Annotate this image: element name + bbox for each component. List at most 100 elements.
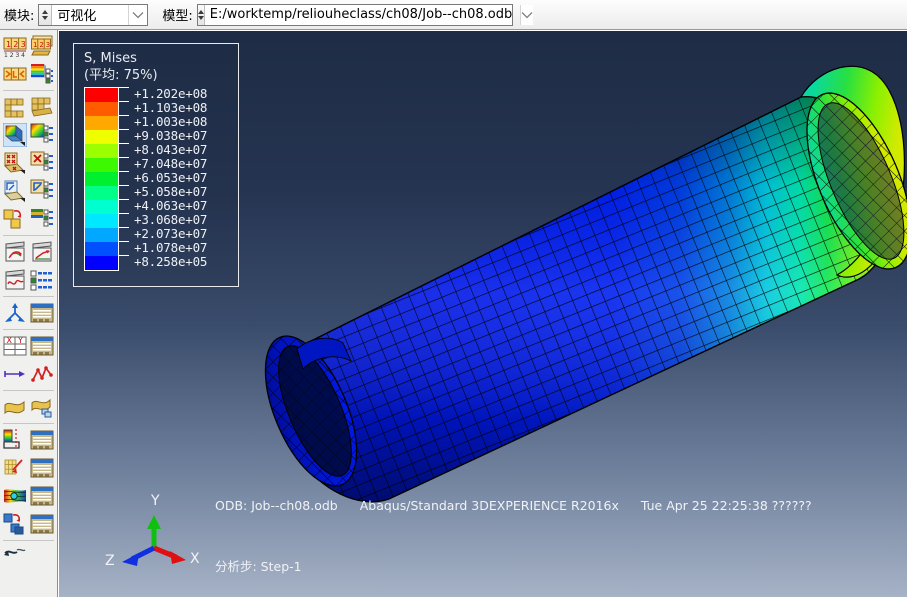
toolbox-row — [0, 360, 57, 388]
module-spinner[interactable] — [39, 4, 53, 25]
ply-stack-plot-icon[interactable] — [3, 456, 27, 480]
contour-options-icon[interactable] — [30, 62, 54, 86]
legend-value: +8.258e+05 — [134, 254, 208, 269]
animation-options-icon[interactable] — [30, 268, 54, 292]
step-line: 分析步: Step-1 — [215, 559, 302, 574]
legend-tick — [119, 241, 129, 242]
create-path-icon[interactable] — [3, 301, 27, 325]
model-label: 模型: — [162, 9, 193, 24]
legend-swatch — [85, 88, 118, 102]
xy-plot-icon[interactable] — [3, 362, 27, 386]
context-bar: 模块: 可视化 模型: E:/worktemp/reliouheclass/ch… — [0, 0, 907, 30]
contour-legend: S, Mises (平均: 75%) +1.202e+08 +1.103e+08 +1… — [73, 43, 239, 287]
toolbox-row — [0, 60, 57, 88]
viewport[interactable]: S, Mises (平均: 75%) +1.202e+08 +1.103e+08 +1… — [59, 31, 907, 597]
viewport-annotation-icon[interactable] — [30, 428, 54, 452]
frame-list-icon[interactable]: 1 2 3 — [30, 34, 54, 58]
toolbox-separator — [3, 540, 54, 541]
svg-text:2: 2 — [39, 41, 43, 49]
stream-options-icon[interactable] — [30, 484, 54, 508]
toolbox-row — [0, 454, 57, 482]
free-body-manager-icon[interactable] — [30, 395, 54, 419]
toolbox-row — [0, 543, 57, 571]
chevron-down-icon[interactable] — [128, 4, 148, 25]
toolbox-row — [0, 393, 57, 421]
toolbox-row — [0, 177, 57, 205]
chevron-down-icon[interactable] — [520, 4, 534, 25]
animate-scale-icon[interactable] — [3, 62, 27, 86]
stream-plot-icon[interactable] — [3, 484, 27, 508]
legend-tick-marks — [119, 87, 129, 271]
display-group-manager-icon[interactable] — [30, 512, 54, 536]
animate-harmonic-icon[interactable] — [3, 268, 27, 292]
animate-scale-factor-icon[interactable] — [30, 240, 54, 264]
legend-title-line1: S, Mises — [84, 51, 137, 66]
legend-color-swatches — [84, 87, 119, 271]
material-orientation-options-icon[interactable] — [30, 179, 54, 203]
toolbox-separator — [3, 390, 54, 391]
legend-title-line2: (平均: 75%) — [84, 68, 158, 83]
allow-multiple-plot-states-icon[interactable] — [3, 207, 27, 231]
ply-stack-manager-icon[interactable] — [30, 456, 54, 480]
y-axis-label: Y — [151, 493, 160, 509]
overlay-options-icon[interactable] — [30, 207, 54, 231]
path-manager-icon[interactable] — [30, 301, 54, 325]
toolbox-row — [0, 238, 57, 266]
toolbox-separator — [3, 423, 54, 424]
xy-curve-icon[interactable] — [30, 362, 54, 386]
x-axis-label: X — [190, 551, 200, 567]
animate-time-history-icon[interactable] — [3, 240, 27, 264]
legend-value: +2.073e+07 — [134, 226, 208, 241]
toolbox-row — [0, 121, 57, 149]
legend-tick — [119, 227, 129, 228]
contour-plot-icon[interactable] — [3, 123, 27, 147]
free-body-cut-icon[interactable] — [3, 395, 27, 419]
toolbox-row: X Y — [0, 332, 57, 360]
legend-swatch — [85, 200, 118, 214]
contour-options-panel-icon[interactable] — [30, 123, 54, 147]
create-xy-data-icon[interactable]: X Y — [3, 334, 27, 358]
toolbox-row — [0, 482, 57, 510]
legend-tick — [119, 171, 129, 172]
undeformed-shape-icon[interactable] — [3, 95, 27, 119]
svg-text:X: X — [7, 336, 13, 345]
module-combobox[interactable]: 可视化 — [38, 3, 149, 26]
model-spinner[interactable] — [197, 4, 205, 25]
svg-text:2: 2 — [13, 40, 18, 49]
legend-swatch — [85, 228, 118, 242]
svg-text:1: 1 — [33, 41, 37, 49]
odb-info-line: ODB: Job--ch08.odb Abaqus/Standard 3DEXPE… — [215, 498, 812, 513]
query-information-icon[interactable] — [3, 545, 27, 569]
legend-value: +7.048e+07 — [134, 156, 208, 171]
toolbox-separator — [3, 235, 54, 236]
legend-value: +5.058e+07 — [134, 184, 208, 199]
toolbox-row — [0, 205, 57, 233]
toolbox-row — [0, 93, 57, 121]
legend-value: +6.053e+07 — [134, 170, 208, 185]
svg-text:1: 1 — [6, 40, 11, 49]
frame-selector-icon[interactable]: 1 2 3 1 2 3 4 — [3, 34, 27, 58]
display-group-create-icon[interactable] — [3, 512, 27, 536]
deformed-shape-icon[interactable] — [30, 95, 54, 119]
legend-swatch — [85, 144, 118, 158]
model-combobox[interactable]: E:/worktemp/reliouheclass/ch08/Job--ch08… — [196, 3, 534, 26]
xy-data-manager-icon[interactable] — [30, 334, 54, 358]
legend-value: +1.078e+07 — [134, 240, 208, 255]
symbol-plot-icon[interactable] — [3, 151, 27, 175]
module-value: 可视化 — [57, 9, 97, 24]
abaqus-cae-window: 模块: 可视化 模型: E:/worktemp/reliouheclass/ch… — [0, 0, 907, 597]
contour-legend-icon[interactable] — [3, 428, 27, 452]
symbol-options-panel-icon[interactable] — [30, 151, 54, 175]
visualization-module-toolbox: 1 2 3 1 2 3 4 1 2 3 X Y — [0, 30, 58, 597]
analysis-date: Tue Apr 25 22:25:38 ?????? — [640, 498, 812, 513]
legend-value: +3.068e+07 — [134, 212, 208, 227]
svg-text:3: 3 — [46, 41, 50, 49]
toolbox-row: 1 2 3 1 2 3 4 1 2 3 — [0, 32, 57, 60]
toolbox-separator — [3, 90, 54, 91]
x-axis-arrow — [170, 551, 186, 564]
toolbox-separator — [3, 296, 54, 297]
material-orientation-icon[interactable] — [3, 179, 27, 203]
legend-body: +1.202e+08 +1.103e+08 +1.003e+08 +9.038e+07… — [84, 87, 207, 271]
legend-tick — [119, 255, 129, 256]
legend-tick — [119, 101, 129, 102]
